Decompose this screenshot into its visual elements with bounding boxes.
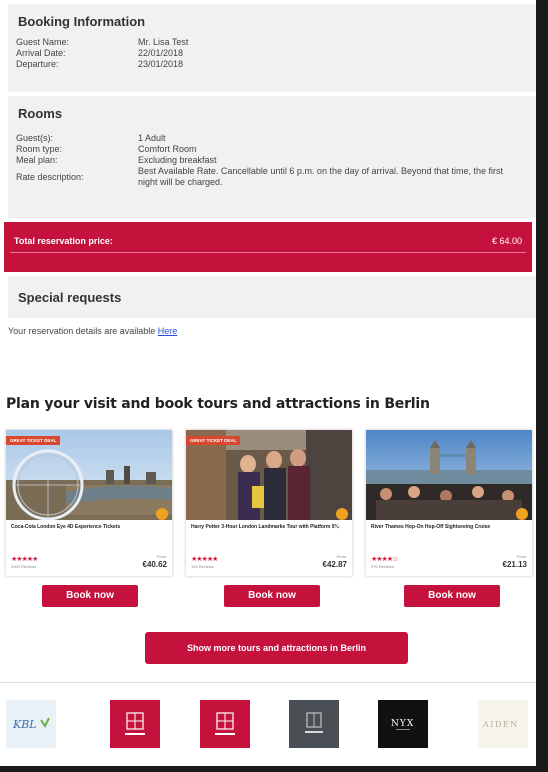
great-ticket-deal-ribbon: GREAT TICKET DEAL [186,436,241,445]
reservation-details-link[interactable]: Here [158,326,178,336]
tour-card[interactable]: GREAT TICKET DEAL Coca-Cola London Eye 4… [6,430,172,576]
review-count: 370 Reviews [371,564,394,569]
nyx-logo-icon[interactable]: NYX [378,700,428,748]
rate-description-value: Best Available Rate. Cancellable until 6… [138,166,504,187]
book-now-button[interactable]: Book now [224,585,320,607]
booking-information-panel: Booking Information Guest Name: Mr. Lisa… [8,4,536,92]
departure-value: 23/01/2018 [138,59,184,69]
price-from-label: From [336,554,346,559]
departure-label: Departure: [16,59,59,69]
guest-name-row: Guest Name: Mr. Lisa Test [8,37,536,48]
svg-text:AIDEN: AIDEN [482,720,519,729]
window-edge [536,0,548,772]
tour-price: €40.62 [142,560,167,569]
tour-name: River Thames Hop-On Hop-Off Sightseeing … [371,524,491,530]
leonardo-hotels-logo-icon[interactable] [110,700,160,748]
tour-price: €42.87 [322,560,347,569]
meal-plan-row: Meal plan: Excluding breakfast [8,155,536,166]
tour-name: Harry Potter 3-Hour London Landmarks Tou… [191,524,339,530]
thames-cruise-image [366,430,532,520]
total-divider [10,252,526,253]
great-ticket-deal-ribbon: GREAT TICKET DEAL [6,436,61,445]
leonardo-hotels-logo-icon[interactable] [200,700,250,748]
award-badge-icon [336,508,348,520]
tour-name: Coca-Cola London Eye 4D Experience Ticke… [11,524,121,530]
footer-divider [0,682,536,683]
special-requests-panel: Special requests [8,276,536,318]
tour-card[interactable]: River Thames Hop-On Hop-Off Sightseeing … [366,430,532,576]
total-price-value: € 64.00 [491,236,522,246]
tour-card[interactable]: GREAT TICKET DEAL Harry Potter 3-Hour Lo… [186,430,352,576]
arrival-date-value: 22/01/2018 [138,48,184,58]
guests-row: Guest(s): 1 Adult [8,133,536,144]
book-now-button[interactable]: Book now [42,585,138,607]
total-reservation-price-bar: Total reservation price: € 64.00 [4,222,532,272]
svg-text:KBL: KBL [12,718,37,731]
price-from-label: From [156,554,166,559]
departure-row: Departure: 23/01/2018 [8,59,536,70]
guest-name-label: Guest Name: [16,37,70,47]
room-type-value: Comfort Room [138,144,197,154]
rooms-title: Rooms [18,106,63,121]
reservation-details-line: Your reservation details are available H… [8,326,177,336]
guests-value: 1 Adult [138,133,166,143]
tour-price: €21.13 [502,560,527,569]
arrival-date-label: Arrival Date: [16,48,66,58]
rate-description-row: Rate description: Best Available Rate. C… [8,166,536,188]
rating-stars-icon: ★★★★★ [11,556,38,563]
svg-text:NYX: NYX [391,719,414,729]
kbl-logo-icon[interactable]: KBL [6,700,56,748]
rooms-panel: Rooms Guest(s): 1 Adult Room type: Comfo… [8,96,536,218]
book-now-button[interactable]: Book now [404,585,500,607]
meal-plan-label: Meal plan: [16,155,58,165]
guests-label: Guest(s): [16,133,54,143]
window-edge-bottom [0,766,548,772]
booking-information-title: Booking Information [18,14,146,29]
room-type-label: Room type: [16,144,63,154]
rating-stars-icon: ★★★★☆ [371,556,398,563]
guest-name-value: Mr. Lisa Test [138,37,189,47]
plan-visit-heading: Plan your visit and book tours and attra… [6,396,430,412]
review-count: 2000 Reviews [11,564,37,569]
review-count: 150 Reviews [191,564,214,569]
special-requests-title: Special requests [18,290,122,305]
rate-description-label: Rate description: [16,171,84,182]
price-from-label: From [516,554,526,559]
total-price-label: Total reservation price: [14,236,113,246]
rating-stars-icon: ★★★★★ [191,556,218,563]
reservation-details-text: Your reservation details are available [8,326,158,336]
room-type-row: Room type: Comfort Room [8,144,536,155]
leonardo-royal-logo-icon[interactable] [289,700,339,748]
meal-plan-value: Excluding breakfast [138,155,217,165]
aiden-logo-icon[interactable]: AIDEN [478,700,528,748]
arrival-date-row: Arrival Date: 22/01/2018 [8,48,536,59]
award-badge-icon [156,508,168,520]
show-more-tours-button[interactable]: Show more tours and attractions in Berli… [145,632,408,664]
award-badge-icon [516,508,528,520]
